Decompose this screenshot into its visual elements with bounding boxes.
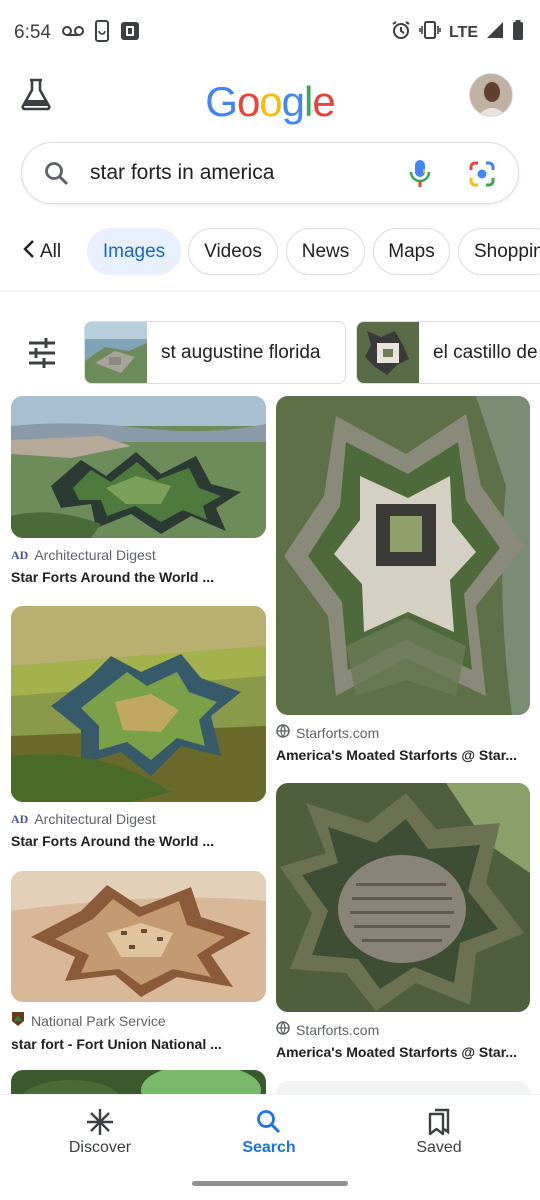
result-title[interactable]: star fort - Fort Union National ... <box>11 1036 266 1052</box>
related-search-chip[interactable]: el castillo de <box>356 321 540 384</box>
logo-letter-o1: o <box>236 78 260 125</box>
chevron-left-icon <box>22 239 36 265</box>
asterisk-icon <box>40 1105 160 1139</box>
status-bar: 6:54 LTE <box>0 0 540 66</box>
tab-videos[interactable]: Videos <box>188 228 278 275</box>
result-image[interactable] <box>11 1070 266 1094</box>
related-search-label: st augustine florida <box>161 341 321 363</box>
top-bar: Google <box>0 66 540 136</box>
logo-letter-l: l <box>304 78 313 125</box>
result-source: AD Architectural Digest <box>11 811 266 827</box>
result-source: National Park Service <box>11 1011 266 1030</box>
related-search-label: el castillo de <box>433 341 538 363</box>
app-notification-icon <box>120 21 140 46</box>
result-source: AD Architectural Digest <box>11 547 266 563</box>
tune-icon <box>22 338 62 377</box>
result-image[interactable] <box>11 396 266 538</box>
related-search-chip[interactable]: st augustine florida <box>84 321 346 384</box>
result-source: Starforts.com <box>276 1021 530 1038</box>
result-source-name: National Park Service <box>31 1012 166 1029</box>
result-source-name: Architectural Digest <box>34 547 156 563</box>
nav-search-label: Search <box>242 1139 296 1156</box>
nav-search[interactable]: Search <box>209 1105 329 1157</box>
related-searches: st augustine florida el castillo de <box>0 321 540 385</box>
image-result-card[interactable] <box>276 1081 530 1094</box>
status-system-icons: LTE <box>391 20 524 45</box>
logo-letter-g: G <box>205 78 238 125</box>
image-results-grid: AD Architectural Digest Star Forts Aroun… <box>0 396 540 1094</box>
nav-saved-label: Saved <box>416 1139 462 1156</box>
gesture-navigation-bar[interactable] <box>192 1181 348 1186</box>
image-result-card[interactable]: National Park Service star fort - Fort U… <box>11 871 266 1052</box>
microphone-icon[interactable] <box>408 159 432 194</box>
voicemail-icon <box>62 24 84 43</box>
globe-icon <box>276 1021 290 1038</box>
result-title[interactable]: Star Forts Around the World ... <box>11 833 266 849</box>
back-to-all-button[interactable]: All <box>22 228 61 275</box>
network-type: LTE <box>448 23 478 41</box>
logo-letter-o2: o <box>259 78 282 125</box>
search-filter-chips: All Images Videos News Maps Shopping <box>0 228 540 276</box>
filter-settings-button[interactable] <box>22 333 62 373</box>
logo-letter-g2: g <box>281 78 305 125</box>
globe-icon <box>276 724 290 741</box>
search-input[interactable]: star forts in america <box>90 161 274 185</box>
image-result-card[interactable]: AD Architectural Digest Star Forts Aroun… <box>11 606 266 849</box>
battery-icon <box>512 20 524 45</box>
result-source-name: Starforts.com <box>296 1021 380 1038</box>
image-result-card[interactable]: Starforts.com America's Moated Starforts… <box>276 396 530 763</box>
bookmarks-icon <box>379 1105 499 1139</box>
search-icon <box>44 161 70 192</box>
related-thumbnail <box>357 322 419 383</box>
all-label: All <box>40 240 62 262</box>
search-bar[interactable]: star forts in america <box>21 142 519 204</box>
image-result-card[interactable] <box>11 1070 266 1094</box>
tab-images[interactable]: Images <box>87 228 181 275</box>
nav-discover[interactable]: Discover <box>40 1105 160 1157</box>
architectural-digest-logo-icon: AD <box>11 811 29 826</box>
result-image[interactable] <box>11 871 266 1002</box>
alarm-icon <box>391 20 411 45</box>
nav-saved[interactable]: Saved <box>379 1105 499 1157</box>
bottom-navigation: Discover Search Saved <box>0 1094 540 1200</box>
search-icon <box>209 1105 329 1139</box>
result-source-name: Starforts.com <box>296 724 380 741</box>
avatar[interactable] <box>469 73 513 117</box>
architectural-digest-logo-icon: AD <box>11 547 29 562</box>
result-image[interactable] <box>276 396 530 715</box>
image-result-card[interactable]: AD Architectural Digest Star Forts Aroun… <box>11 396 266 585</box>
phone-sync-icon <box>94 20 110 47</box>
result-title[interactable]: America's Moated Starforts @ Star... <box>276 1044 530 1060</box>
result-image[interactable] <box>276 783 530 1012</box>
status-notification-icons <box>62 20 140 47</box>
result-image[interactable] <box>276 1081 530 1094</box>
result-source-name: Architectural Digest <box>34 811 156 827</box>
result-title[interactable]: America's Moated Starforts @ Star... <box>276 747 530 763</box>
signal-icon <box>486 21 504 44</box>
divider <box>0 290 540 292</box>
nav-discover-label: Discover <box>68 1139 132 1156</box>
tab-news[interactable]: News <box>286 228 365 275</box>
national-park-service-logo-icon <box>11 1011 25 1030</box>
image-result-card[interactable]: Starforts.com America's Moated Starforts… <box>276 783 530 1060</box>
lens-icon[interactable] <box>468 160 496 193</box>
status-time: 6:54 <box>14 22 51 43</box>
result-image[interactable] <box>11 606 266 802</box>
related-thumbnail <box>85 322 147 383</box>
result-title[interactable]: Star Forts Around the World ... <box>11 569 266 585</box>
vibrate-icon <box>419 21 441 44</box>
logo-letter-e: e <box>312 78 335 125</box>
tab-shopping[interactable]: Shopping <box>458 228 540 275</box>
result-source: Starforts.com <box>276 724 530 741</box>
google-logo: Google <box>0 78 540 126</box>
tab-maps[interactable]: Maps <box>373 228 450 275</box>
